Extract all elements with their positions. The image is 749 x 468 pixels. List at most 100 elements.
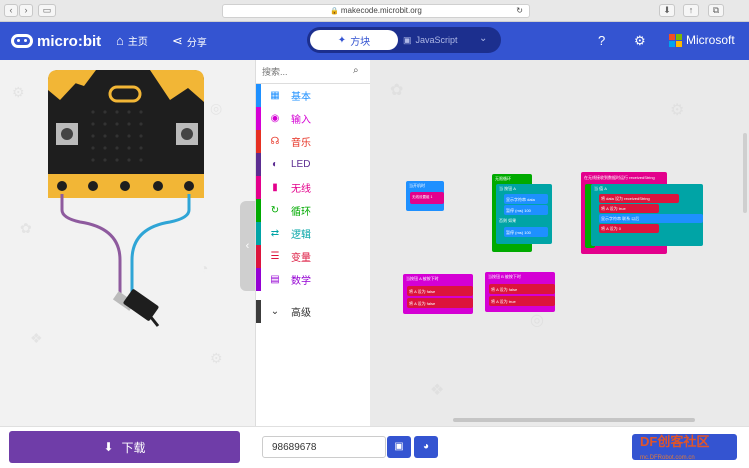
block-title: 当开机时 xyxy=(409,183,425,188)
watermark-url: mc.DFRobot.com.cn xyxy=(640,455,695,461)
set-variable-block[interactable]: 将 A 设为 false xyxy=(407,286,473,296)
set-variable-block[interactable]: 将 A 设为 true xyxy=(599,204,659,213)
search-input[interactable] xyxy=(262,65,346,79)
forever-block[interactable]: 无限循环 当 按钮 A 显示字符串 data 暂停 (ms) 100 否则 如果… xyxy=(492,174,552,252)
set-variable-block[interactable]: 将 A 设为 false xyxy=(489,284,555,294)
toolbox: ⌕ ▦ 基本 ◉ 输入 ☊ 音乐 ◐ LED ▮ 无线 ↻ 循环 ⇄ 逻辑 ☰ 变量 ▤ 数学 ⌄… xyxy=(255,60,371,426)
workspace-horizontal-scrollbar[interactable] xyxy=(453,418,695,422)
category-input[interactable]: ◉ 输入 xyxy=(256,107,371,130)
blocks-label: 方块 xyxy=(350,36,371,48)
home-button[interactable]: ⌂ 主页 xyxy=(116,33,148,48)
code-icon: ▣ xyxy=(403,34,412,45)
puzzle-icon: ✦ xyxy=(337,34,347,46)
back-button[interactable]: ‹ xyxy=(4,4,18,17)
javascript-tab[interactable]: ▣ JavaScript xyxy=(403,30,473,50)
download-label: 下载 xyxy=(121,440,146,455)
block-title: 在无线接收到数据时运行 receivedString xyxy=(584,175,655,180)
chevron-down-icon[interactable]: ⌄ xyxy=(479,33,487,44)
github-button[interactable]: ◕ xyxy=(414,436,438,458)
category-variables[interactable]: ☰ 变量 xyxy=(256,245,371,268)
forward-button[interactable]: › xyxy=(19,4,33,17)
reload-icon[interactable]: ↻ xyxy=(516,5,523,17)
on-start-block[interactable]: 当开机时 无线设置组 1 xyxy=(406,181,444,211)
block-label: 暂停 (ms) 100 xyxy=(506,230,531,235)
category-math[interactable]: ▤ 数学 xyxy=(256,268,371,291)
radio-set-group-block[interactable]: 无线设置组 1 xyxy=(410,192,444,204)
block-label: 将 A 设为 true xyxy=(601,206,626,211)
category-label: 数学 xyxy=(291,276,311,287)
simulator-panel: ⚙◎ ✿◔ ❖⚙ ■↻✱◀⛶ xyxy=(0,60,255,426)
bottom-bar: ⬇ 下载 ▣ ◕ DF创客社区 mc.DFRobot.com.cn xyxy=(0,426,749,468)
save-icon: ▣ xyxy=(394,441,404,452)
category-basic[interactable]: ▦ 基本 xyxy=(256,84,371,107)
toggle-icon: ◐ xyxy=(271,159,279,170)
block-label: 将 A 设为 false xyxy=(491,287,518,292)
blocks-workspace[interactable]: ✿ ⚙ ◎ ❖ 当开机时 无线设置组 1 无限循环 当 按钮 A 显示字符串 dat… xyxy=(370,60,749,426)
address-bar[interactable]: 🔒 makecode.microbit.org ↻ xyxy=(222,4,530,18)
chevron-left-icon: ‹ xyxy=(245,240,250,252)
category-label: 变量 xyxy=(291,253,311,264)
grid-icon: ▦ xyxy=(270,90,280,101)
microsoft-label: Microsoft xyxy=(686,33,735,47)
set-variable-block[interactable]: 将 A 设为 true xyxy=(489,296,555,306)
pause-block[interactable]: 暂停 (ms) 100 xyxy=(504,205,548,215)
set-variable-block[interactable]: 将 A 设为 false xyxy=(407,298,473,308)
target-icon: ◉ xyxy=(270,113,280,124)
gear-icon[interactable]: ⚙ xyxy=(634,33,646,49)
set-variable-block[interactable]: 将 data 设为 receivedString xyxy=(599,194,679,203)
share-icon[interactable]: ↑ xyxy=(683,4,699,17)
category-label: 循环 xyxy=(291,207,311,218)
project-name-input[interactable] xyxy=(262,436,386,458)
block-title: 当按钮 A 被按下时 xyxy=(406,276,439,281)
sidebar-toggle-button[interactable]: ▭ xyxy=(38,4,56,17)
microbit-board[interactable] xyxy=(0,60,255,350)
block-label: 无线设置组 1 xyxy=(412,195,433,199)
signal-icon: ▮ xyxy=(272,182,278,193)
category-music[interactable]: ☊ 音乐 xyxy=(256,130,371,153)
category-logic[interactable]: ⇄ 逻辑 xyxy=(256,222,371,245)
url-text: makecode.microbit.org xyxy=(340,6,422,15)
download-icon: ⬇ xyxy=(103,440,114,454)
calculator-icon: ▤ xyxy=(270,274,280,285)
block-label: 显示字符串 联系 以后 xyxy=(601,216,640,221)
editor-toggle: ✦ 方块 ▣ JavaScript ⌄ xyxy=(307,27,501,53)
category-advanced[interactable]: ⌄ 高级 xyxy=(256,300,371,323)
block-title: 当按钮 B 被按下时 xyxy=(488,274,521,279)
block-title: 无限循环 xyxy=(495,176,511,181)
block-label: 当 按钮 A xyxy=(499,186,516,191)
collapse-simulator-button[interactable]: ‹ xyxy=(240,201,255,291)
save-button[interactable]: ▣ xyxy=(387,436,411,458)
if-block[interactable]: 当 值 A 将 data 设为 receivedString 将 A 设为 tr… xyxy=(591,184,703,246)
download-icon[interactable]: ⬇ xyxy=(659,4,675,17)
workspace-vertical-scrollbar[interactable] xyxy=(743,133,747,213)
javascript-label: JavaScript xyxy=(415,35,458,45)
category-label: 高级 xyxy=(291,308,311,319)
share-icon: ⋖ xyxy=(172,33,183,48)
home-label: 主页 xyxy=(127,37,148,48)
block-label: 否则 如果 xyxy=(499,218,517,223)
github-icon: ◕ xyxy=(422,441,430,452)
headphones-icon: ☊ xyxy=(270,136,280,147)
microsoft-logo[interactable]: Microsoft xyxy=(669,33,735,47)
refresh-icon: ↻ xyxy=(270,205,280,216)
on-radio-received-block[interactable]: 在无线接收到数据时运行 receivedString 当 值 A 将 data … xyxy=(581,172,703,254)
if-block[interactable]: 当 按钮 A 显示字符串 data 暂停 (ms) 100 否则 如果 暂停 (… xyxy=(496,184,552,244)
category-radio[interactable]: ▮ 无线 xyxy=(256,176,371,199)
show-string-block[interactable]: 显示字符串 data xyxy=(504,194,548,204)
show-string-block[interactable]: 显示字符串 联系 以后 xyxy=(599,214,703,223)
category-led[interactable]: ◐ LED xyxy=(256,153,371,176)
tabs-icon[interactable]: ⧉ xyxy=(708,4,724,17)
microbit-logo[interactable]: micro:bit xyxy=(11,31,101,51)
help-icon[interactable]: ? xyxy=(598,33,605,48)
share-button[interactable]: ⋖ 分享 xyxy=(172,33,207,49)
share-label: 分享 xyxy=(186,37,207,49)
on-button-b-block[interactable]: 当按钮 B 被按下时 将 A 设为 false 将 A 设为 true xyxy=(485,272,555,312)
set-variable-block[interactable]: 将 A 设为 0 xyxy=(599,224,659,233)
download-button[interactable]: ⬇ 下载 xyxy=(9,431,240,463)
pause-block[interactable]: 暂停 (ms) 100 xyxy=(504,227,548,237)
shuffle-icon: ⇄ xyxy=(270,228,280,239)
on-button-a-block[interactable]: 当按钮 A 被按下时 将 A 设为 false 将 A 设为 false xyxy=(403,274,473,314)
blocks-tab[interactable]: ✦ 方块 xyxy=(310,30,398,50)
category-loops[interactable]: ↻ 循环 xyxy=(256,199,371,222)
search-icon[interactable]: ⌕ xyxy=(353,65,359,76)
